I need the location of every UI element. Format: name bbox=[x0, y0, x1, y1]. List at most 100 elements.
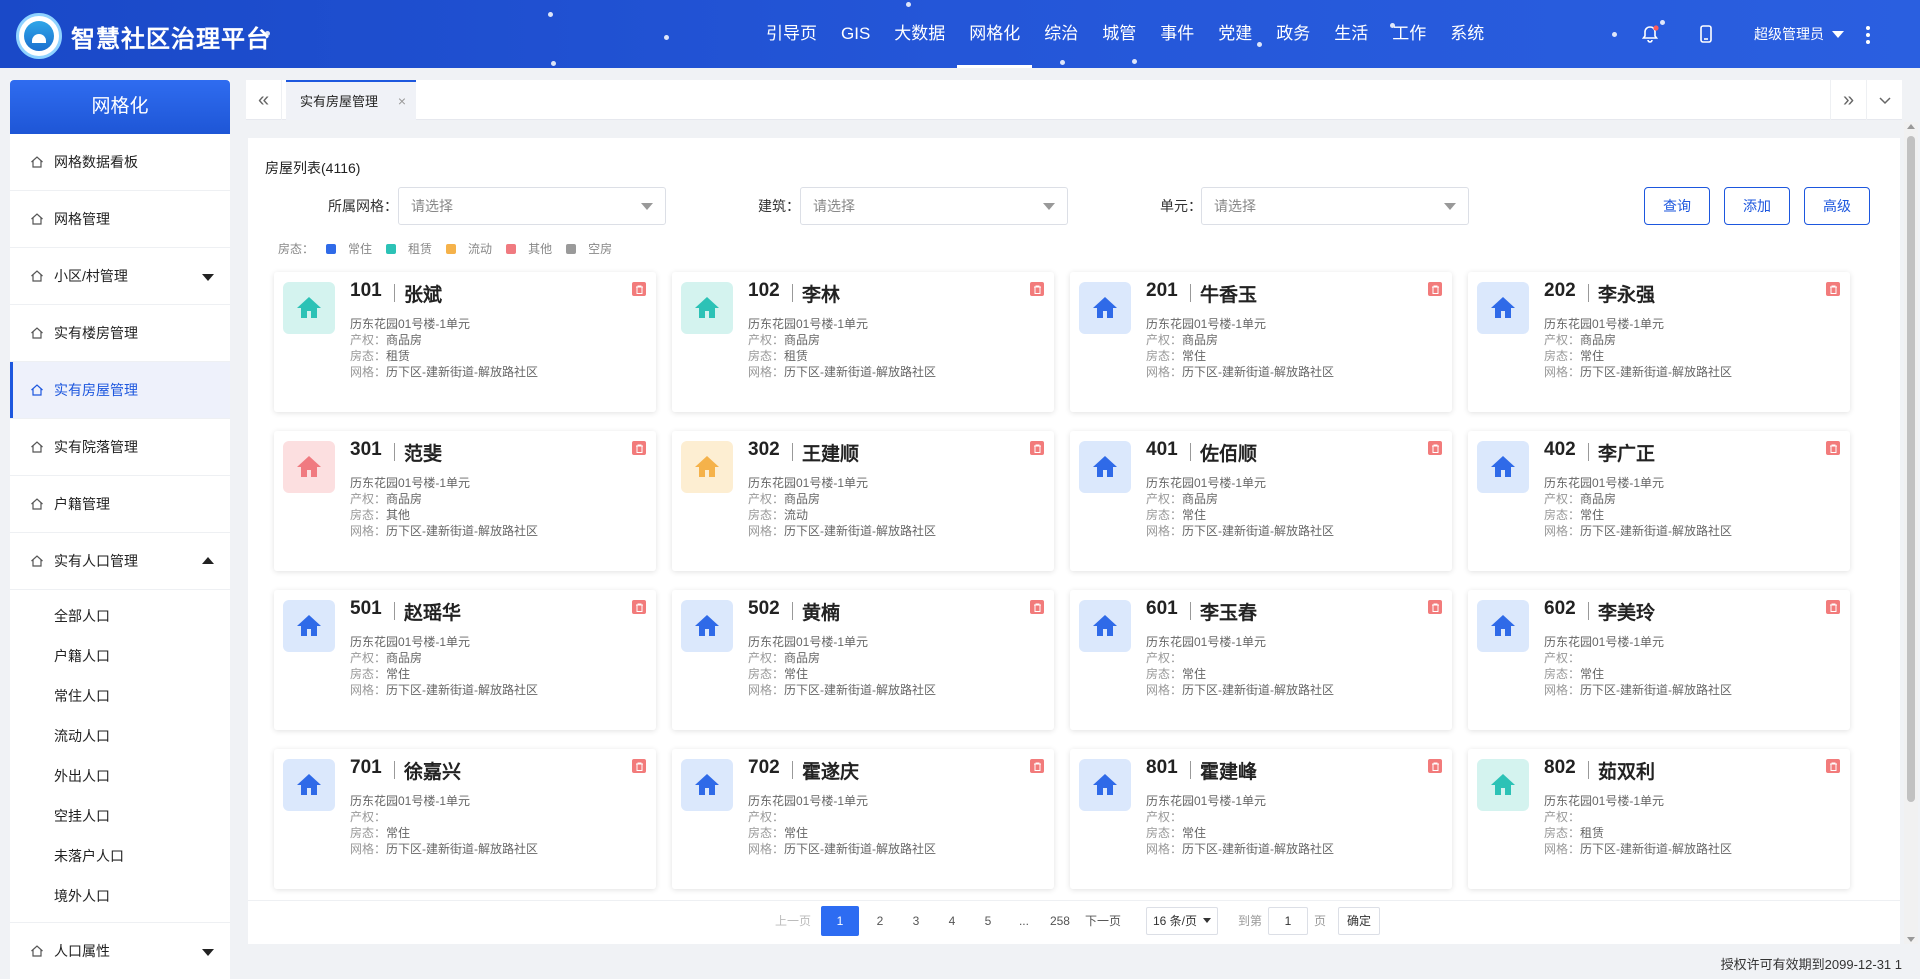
house-card[interactable]: 601 李玉春 历东花园01号楼-1单元 产权： 房态： 常住 网格： 历下区-建新街道-解放… bbox=[1070, 590, 1452, 730]
status-label: 房态： bbox=[350, 667, 387, 681]
query-button[interactable]: 查询 bbox=[1644, 187, 1710, 225]
page-number[interactable]: 5 bbox=[973, 906, 1003, 936]
tab-scroll-right-icon[interactable]: » bbox=[1830, 80, 1866, 120]
sidebar-subitem[interactable]: 户籍人口 bbox=[10, 636, 230, 676]
user-menu[interactable]: 超级管理员 bbox=[1754, 24, 1824, 44]
house-card[interactable]: 502 黄楠 历东花园01号楼-1单元 产权： 商品房 房态： 常住 网格： 历下区-建新街道-… bbox=[672, 590, 1054, 730]
nav-item[interactable]: 事件 bbox=[1148, 0, 1206, 68]
nav-item[interactable]: 系统 bbox=[1438, 0, 1496, 68]
sidebar-item-building-management[interactable]: 实有楼房管理 bbox=[10, 305, 230, 362]
house-card[interactable]: 102 李林 历东花园01号楼-1单元 产权： 商品房 房态： 租赁 网格： 历下区-建新街道-… bbox=[672, 272, 1054, 412]
nav-item[interactable]: 综治 bbox=[1032, 0, 1090, 68]
sidebar-item-courtyard-management[interactable]: 实有院落管理 bbox=[10, 419, 230, 476]
delete-icon[interactable] bbox=[632, 759, 646, 773]
add-button[interactable]: 添加 bbox=[1724, 187, 1790, 225]
sidebar-subitem[interactable]: 境外人口 bbox=[10, 876, 230, 916]
delete-icon[interactable] bbox=[1030, 600, 1044, 614]
house-card[interactable]: 702 霍遂庆 历东花园01号楼-1单元 产权： 房态： 常住 网格： 历下区-建新街道-解放… bbox=[672, 749, 1054, 889]
unit-select[interactable]: 请选择 bbox=[1201, 187, 1469, 225]
sidebar-subitem[interactable]: 常住人口 bbox=[10, 676, 230, 716]
page-size-select[interactable]: 16 条/页 bbox=[1145, 906, 1218, 935]
delete-icon[interactable] bbox=[1030, 759, 1044, 773]
sidebar-item-population-management[interactable]: 实有人口管理 bbox=[10, 533, 230, 590]
address-text: 历东花园01号楼-1单元 bbox=[1544, 476, 1665, 490]
delete-icon[interactable] bbox=[1030, 282, 1044, 296]
sidebar-item-population-attributes[interactable]: 人口属性 bbox=[10, 923, 230, 979]
nav-item[interactable]: 政务 bbox=[1264, 0, 1322, 68]
vertical-scrollbar[interactable] bbox=[1904, 122, 1918, 944]
nav-item[interactable]: 引导页 bbox=[754, 0, 829, 68]
more-options-icon[interactable] bbox=[1866, 26, 1870, 44]
nav-item[interactable]: 工作 bbox=[1380, 0, 1438, 68]
house-card[interactable]: 501 赵瑶华 历东花园01号楼-1单元 产权： 商品房 房态： 常住 网格： 历下区-建新街道… bbox=[274, 590, 656, 730]
next-page-button[interactable]: 下一页 bbox=[1081, 906, 1125, 936]
sidebar-subitem[interactable]: 未落户人口 bbox=[10, 836, 230, 876]
house-list-title: 房屋列表(4116) bbox=[265, 160, 361, 176]
house-card[interactable]: 202 李永强 历东花园01号楼-1单元 产权： 商品房 房态： 常住 网格： 历下区-建新街道… bbox=[1468, 272, 1850, 412]
delete-icon[interactable] bbox=[1826, 759, 1840, 773]
nav-item[interactable]: GIS bbox=[829, 0, 882, 68]
page-number[interactable]: 1 bbox=[820, 905, 859, 936]
tab-scroll-left-icon[interactable]: « bbox=[246, 80, 282, 120]
delete-icon[interactable] bbox=[1428, 282, 1442, 296]
tab-menu-icon[interactable] bbox=[1866, 80, 1902, 120]
delete-icon[interactable] bbox=[1030, 441, 1044, 455]
page-number[interactable]: 3 bbox=[901, 906, 931, 936]
building-select[interactable]: 请选择 bbox=[800, 187, 1068, 225]
address-text: 历东花园01号楼-1单元 bbox=[1544, 794, 1665, 808]
nav-item[interactable]: 城管 bbox=[1090, 0, 1148, 68]
close-icon[interactable]: × bbox=[398, 82, 406, 120]
delete-icon[interactable] bbox=[632, 600, 646, 614]
nav-item[interactable]: 大数据 bbox=[882, 0, 957, 68]
scroll-down-icon[interactable] bbox=[1907, 937, 1915, 942]
grid-select-placeholder: 请选择 bbox=[411, 198, 453, 214]
sidebar-item-house-management[interactable]: 实有房屋管理 bbox=[10, 362, 230, 419]
grid-filter-label: 所属网格： bbox=[328, 198, 398, 214]
divider bbox=[1588, 284, 1589, 302]
delete-icon[interactable] bbox=[1826, 441, 1840, 455]
house-card[interactable]: 701 徐嘉兴 历东花园01号楼-1单元 产权： 房态： 常住 网格： 历下区-建新街道-解放… bbox=[274, 749, 656, 889]
house-icon bbox=[681, 600, 733, 652]
nav-item[interactable]: 生活 bbox=[1322, 0, 1380, 68]
nav-item[interactable]: 网格化 bbox=[957, 0, 1033, 68]
prev-page-button[interactable]: 上一页 bbox=[771, 906, 815, 936]
delete-icon[interactable] bbox=[632, 441, 646, 455]
mobile-icon[interactable] bbox=[1696, 24, 1716, 44]
nav-item[interactable]: 党建 bbox=[1206, 0, 1264, 68]
delete-icon[interactable] bbox=[1428, 441, 1442, 455]
house-card[interactable]: 602 李美玲 历东花园01号楼-1单元 产权： 房态： 常住 网格： 历下区-建新街道-解放… bbox=[1468, 590, 1850, 730]
sidebar-subitem[interactable]: 空挂人口 bbox=[10, 796, 230, 836]
page-number[interactable]: 2 bbox=[865, 906, 895, 936]
delete-icon[interactable] bbox=[1428, 600, 1442, 614]
sidebar-subitem[interactable]: 全部人口 bbox=[10, 596, 230, 636]
house-card[interactable]: 301 范斐 历东花园01号楼-1单元 产权： 商品房 房态： 其他 网格： 历下区-建新街道-… bbox=[274, 431, 656, 571]
house-card[interactable]: 302 王建顺 历东花园01号楼-1单元 产权： 商品房 房态： 流动 网格： 历下区-建新街道… bbox=[672, 431, 1054, 571]
sidebar-subitem[interactable]: 外出人口 bbox=[10, 756, 230, 796]
advanced-button[interactable]: 高级 bbox=[1804, 187, 1870, 225]
goto-page-input[interactable]: 1 bbox=[1268, 906, 1309, 935]
delete-icon[interactable] bbox=[1826, 282, 1840, 296]
scroll-up-icon[interactable] bbox=[1907, 124, 1915, 129]
house-card[interactable]: 201 牛香玉 历东花园01号楼-1单元 产权： 商品房 房态： 常住 网格： 历下区-建新街道… bbox=[1070, 272, 1452, 412]
house-card[interactable]: 402 李广正 历东花园01号楼-1单元 产权： 商品房 房态： 常住 网格： 历下区-建新街道… bbox=[1468, 431, 1850, 571]
chevron-down-icon[interactable] bbox=[1832, 31, 1844, 38]
sidebar-item-grid-management[interactable]: 网格管理 bbox=[10, 191, 230, 248]
house-card[interactable]: 801 霍建峰 历东花园01号楼-1单元 产权： 房态： 常住 网格： 历下区-建新街道-解放… bbox=[1070, 749, 1452, 889]
sidebar-subitem[interactable]: 流动人口 bbox=[10, 716, 230, 756]
page-number[interactable]: 4 bbox=[937, 906, 967, 936]
scrollbar-thumb[interactable] bbox=[1907, 136, 1915, 802]
house-card[interactable]: 101 张斌 历东花园01号楼-1单元 产权： 商品房 房态： 租赁 网格： 历下区-建新街道-… bbox=[274, 272, 656, 412]
delete-icon[interactable] bbox=[1826, 600, 1840, 614]
sidebar-item-community-management[interactable]: 小区/村管理 bbox=[10, 248, 230, 305]
goto-confirm-button[interactable]: 确定 bbox=[1338, 906, 1381, 935]
sidebar-item-household-registry[interactable]: 户籍管理 bbox=[10, 476, 230, 533]
tab-house-management[interactable]: 实有房屋管理 × bbox=[286, 80, 417, 120]
house-card[interactable]: 802 茹双利 历东花园01号楼-1单元 产权： 房态： 租赁 网格： 历下区-建新街道-解放… bbox=[1468, 749, 1850, 889]
page-number[interactable]: 258 bbox=[1045, 906, 1075, 936]
delete-icon[interactable] bbox=[1428, 759, 1442, 773]
house-card[interactable]: 401 佐佰顺 历东花园01号楼-1单元 产权： 商品房 房态： 常住 网格： 历下区-建新街道… bbox=[1070, 431, 1452, 571]
sidebar-item-grid-dashboard[interactable]: 网格数据看板 bbox=[10, 134, 230, 191]
delete-icon[interactable] bbox=[632, 282, 646, 296]
bell-icon[interactable] bbox=[1640, 24, 1660, 44]
grid-select[interactable]: 请选择 bbox=[398, 187, 666, 225]
